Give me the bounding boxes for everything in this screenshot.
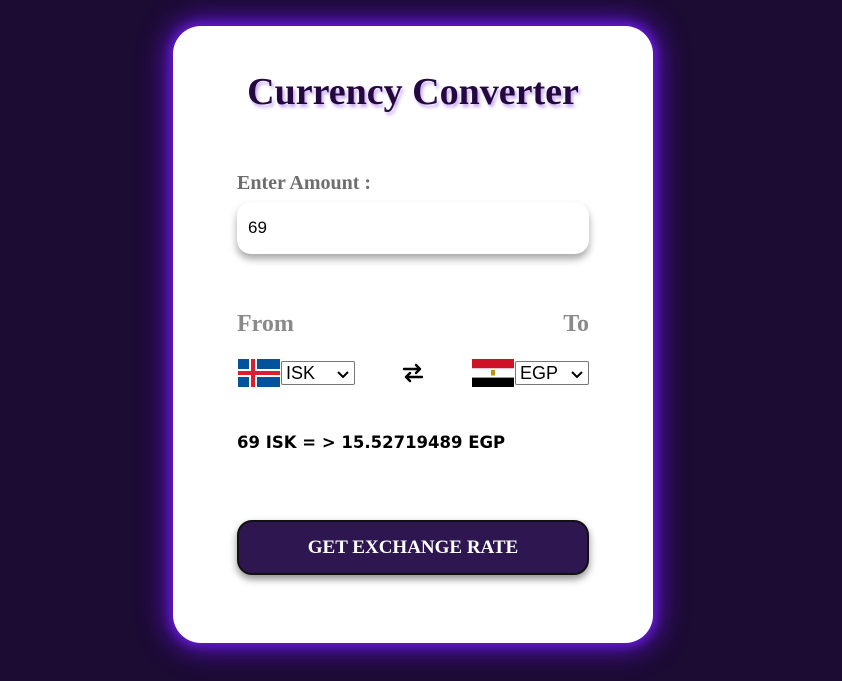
chevron-down-icon [336, 365, 350, 387]
iceland-flag-icon [238, 359, 280, 387]
from-currency-select[interactable]: ISK [281, 361, 355, 385]
to-currency-value: EGP [520, 363, 559, 383]
converter-card: Currency Converter Enter Amount : From T… [173, 26, 653, 643]
from-label: From [237, 311, 294, 337]
swap-arrows-icon[interactable] [401, 361, 425, 385]
get-exchange-rate-button[interactable]: GET EXCHANGE RATE [237, 520, 589, 575]
page-title: Currency Converter [247, 71, 579, 113]
to-currency-select[interactable]: EGP [515, 361, 589, 385]
to-label: To [563, 311, 589, 337]
chevron-down-icon [570, 365, 584, 387]
amount-label: Enter Amount : [237, 172, 372, 194]
amount-input[interactable] [237, 202, 589, 254]
egypt-flag-icon [472, 359, 514, 387]
from-currency-value: ISK [286, 363, 316, 383]
exchange-result: 69 ISK = > 15.52719489 EGP [237, 433, 506, 452]
